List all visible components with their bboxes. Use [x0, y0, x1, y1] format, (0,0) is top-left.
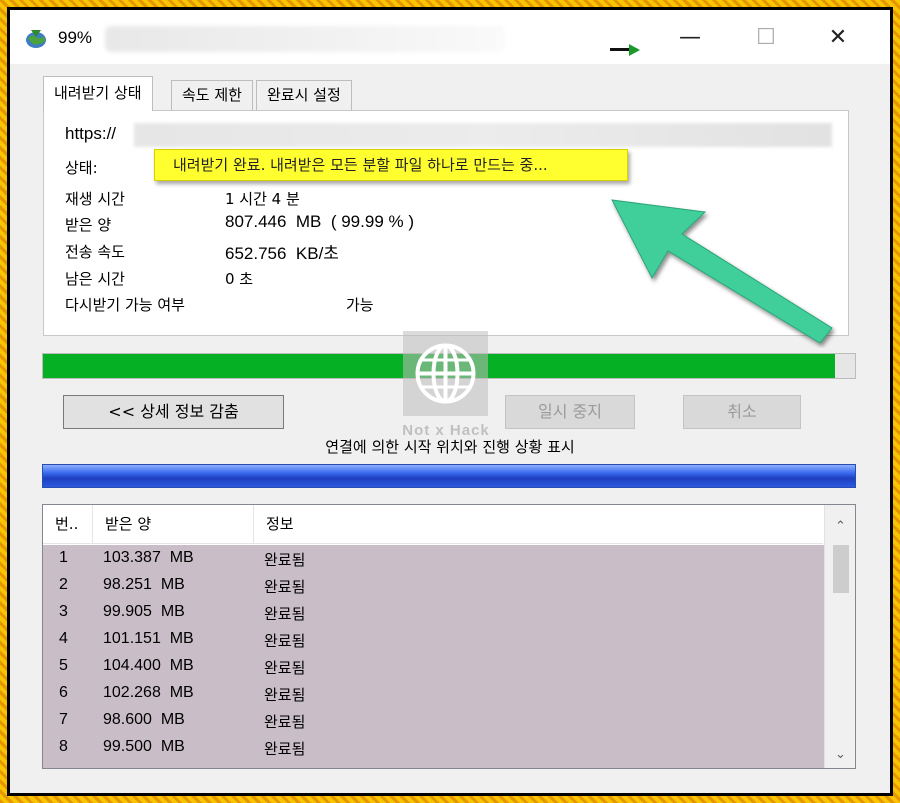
- row-info: 완료됨: [264, 686, 306, 704]
- status-label: 상태:: [65, 159, 98, 177]
- row-number: 1: [59, 549, 68, 566]
- row-received: 99.500 MB: [103, 738, 185, 755]
- row-number: 5: [59, 657, 68, 674]
- tab-download-status[interactable]: 내려받기 상태: [43, 76, 153, 111]
- elapsed-time-label: 재생 시간: [65, 190, 125, 208]
- row-received: 98.600 MB: [103, 711, 185, 728]
- pause-button[interactable]: 일시 중지: [505, 395, 635, 429]
- maximize-button[interactable]: ☐: [746, 24, 786, 52]
- row-number: 3: [59, 603, 68, 620]
- blurred-filename: [105, 26, 505, 52]
- row-info: 완료됨: [264, 605, 306, 623]
- table-row[interactable]: 8 99.500 MB 완료됨: [43, 735, 824, 762]
- table-row[interactable]: 1 103.387 MB 완료됨: [43, 546, 824, 573]
- minimize-button[interactable]: —: [670, 24, 710, 52]
- watermark-text: Not x Hack: [402, 422, 490, 439]
- connection-progress-bar: [42, 464, 856, 488]
- table-row[interactable]: 2 98.251 MB 완료됨: [43, 573, 824, 600]
- table-row[interactable]: 3 99.905 MB 완료됨: [43, 600, 824, 627]
- downloaded-value: 807.446 MB ( 99.99 % ): [225, 212, 414, 231]
- tab-completion-settings[interactable]: 완료시 설정: [256, 80, 352, 110]
- blurred-url: [134, 123, 832, 147]
- table-row[interactable]: 4 101.151 MB 완료됨: [43, 627, 824, 654]
- transfer-speed-value: 652.756 KB/초: [225, 244, 339, 263]
- row-received: 102.268 MB: [103, 684, 194, 701]
- row-received: 103.387 MB: [103, 549, 194, 566]
- transfer-speed-label: 전송 속도: [65, 243, 125, 261]
- downloaded-label: 받은 양: [65, 216, 112, 234]
- table-body: 1 103.387 MB 완료됨 2 98.251 MB 완료됨 3 99.905 MB 완료됨…: [43, 545, 824, 768]
- status-value: 내려받기 완료. 내려받은 모든 분할 파일 하나로 만드는 중...: [154, 149, 628, 181]
- row-received: 99.905 MB: [103, 603, 185, 620]
- remaining-time-value: 0 초: [225, 270, 254, 288]
- row-received: 101.151 MB: [103, 630, 194, 647]
- globe-watermark-icon: [403, 331, 488, 416]
- connections-label: 연결에 의한 시작 위치와 진행 상황 표시: [325, 438, 575, 456]
- cancel-button[interactable]: 취소: [683, 395, 801, 429]
- table-row[interactable]: 6 102.268 MB 완료됨: [43, 681, 824, 708]
- url-label: https://: [65, 124, 117, 143]
- resume-label: 다시받기 가능 여부: [65, 296, 185, 314]
- table-scrollbar[interactable]: ⌃ ⌄: [824, 505, 855, 768]
- window-title: 99%: [58, 28, 93, 47]
- scroll-down-icon[interactable]: ⌄: [825, 743, 855, 767]
- elapsed-time-value: 1 시간 4 분: [225, 190, 300, 208]
- table-header: 번.. 받은 양 정보: [43, 505, 823, 544]
- row-number: 8: [59, 738, 68, 755]
- annotation-arrow-icon: [611, 199, 833, 344]
- row-number: 2: [59, 576, 68, 593]
- hide-details-button[interactable]: << 상세 정보 감춤: [63, 395, 284, 429]
- row-number: 4: [59, 630, 68, 647]
- app-globe-icon: [26, 30, 46, 48]
- row-info: 완료됨: [264, 551, 306, 569]
- title-bar[interactable]: 99% — ☐ ✕: [10, 10, 890, 64]
- row-received: 98.251 MB: [103, 576, 185, 593]
- download-window: 99% — ☐ ✕ 내려받기 상태 속도 제한 완료시 설정 https:// …: [10, 10, 890, 793]
- row-info: 완료됨: [264, 632, 306, 650]
- row-info: 완료됨: [264, 659, 306, 677]
- row-received: 104.400 MB: [103, 657, 194, 674]
- column-header-info[interactable]: 정보: [254, 505, 823, 544]
- row-number: 6: [59, 684, 68, 701]
- connections-table: 번.. 받은 양 정보 1 103.387 MB 완료됨 2 98.251 MB 완료됨 3…: [42, 504, 856, 769]
- remaining-time-label: 남은 시간: [65, 270, 125, 288]
- scroll-up-icon[interactable]: ⌃: [825, 515, 855, 539]
- scroll-thumb[interactable]: [833, 545, 849, 593]
- close-button[interactable]: ✕: [818, 24, 858, 52]
- tab-speed-limit[interactable]: 속도 제한: [171, 80, 253, 110]
- row-info: 완료됨: [264, 740, 306, 758]
- table-row[interactable]: 5 104.400 MB 완료됨: [43, 654, 824, 681]
- table-row[interactable]: 7 98.600 MB 완료됨: [43, 708, 824, 735]
- column-header-number[interactable]: 번..: [43, 505, 93, 544]
- row-info: 완료됨: [264, 713, 306, 731]
- column-header-received[interactable]: 받은 양: [93, 505, 254, 544]
- cursor-arrow-icon: [610, 44, 640, 56]
- row-info: 완료됨: [264, 578, 306, 596]
- row-number: 7: [59, 711, 68, 728]
- resume-value: 가능: [346, 296, 374, 314]
